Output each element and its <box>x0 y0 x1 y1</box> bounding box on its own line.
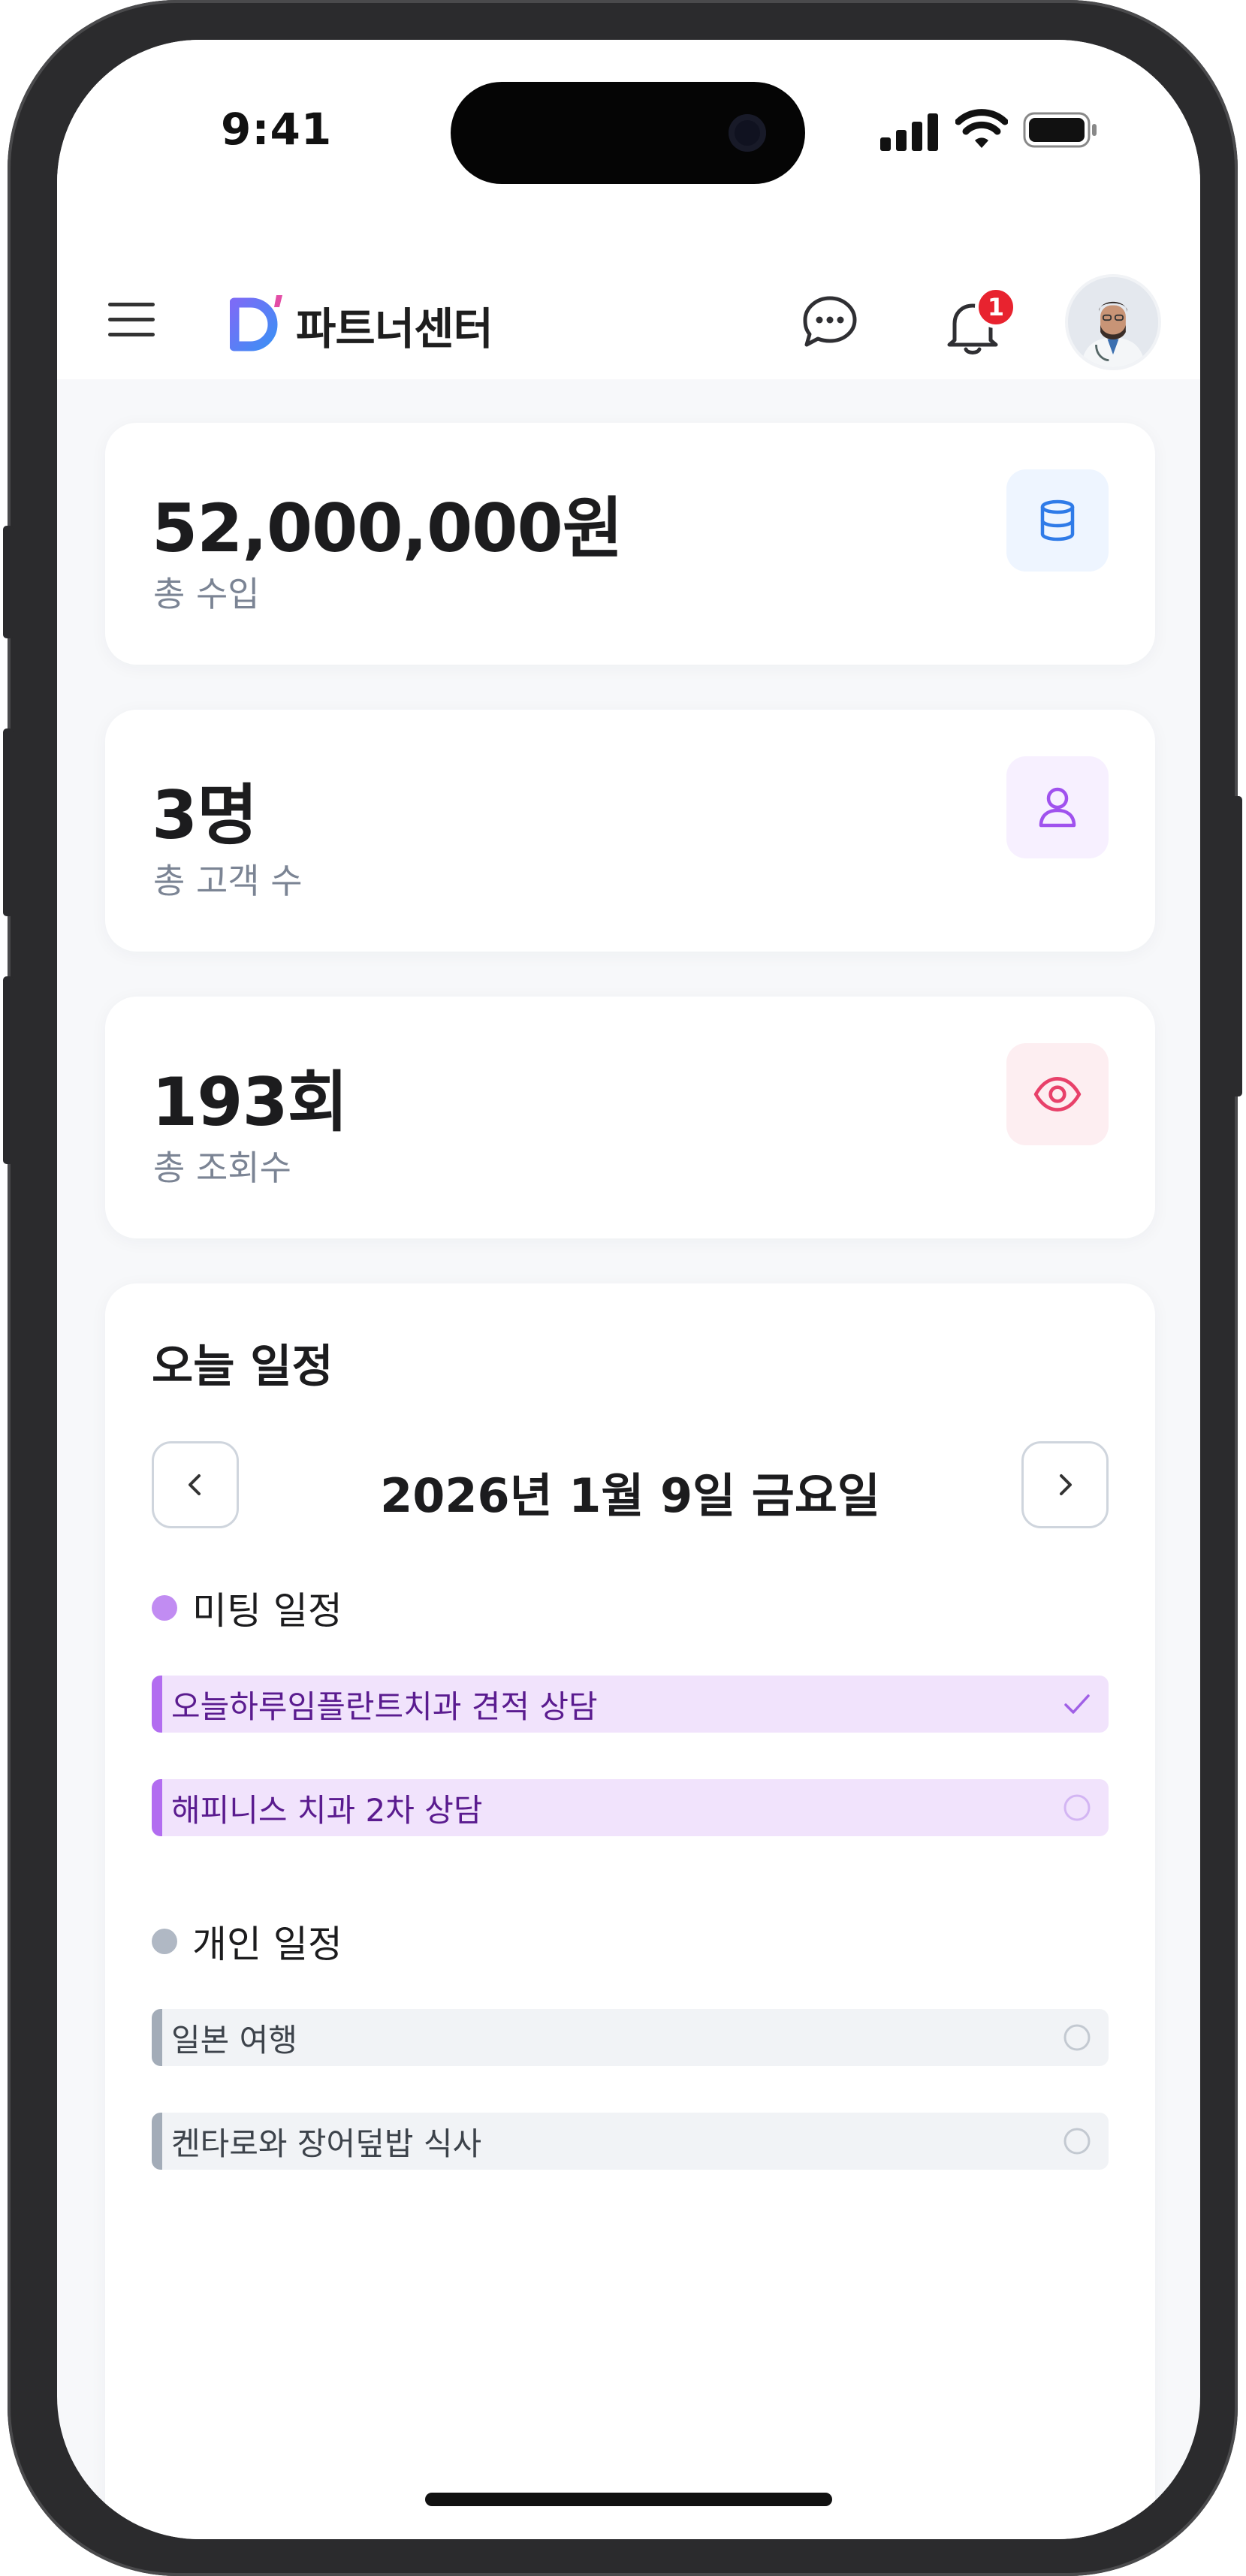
volume-up-button <box>3 728 14 916</box>
next-day-button[interactable] <box>1021 1441 1109 1528</box>
brand-logo-icon <box>230 295 282 351</box>
total-income-value: 52,000,000원 <box>152 490 623 567</box>
incomplete-circle-icon[interactable] <box>1062 2022 1092 2053</box>
battery-icon <box>1023 112 1097 148</box>
cellular-signal-icon <box>880 112 940 151</box>
meeting-event-item[interactable]: 해피니스 치과 2차 상담 <box>152 1779 1109 1836</box>
total-income-card[interactable]: 52,000,000원 총 수입 <box>105 423 1155 665</box>
avatar[interactable] <box>1065 274 1161 370</box>
event-title: 켄타로와 장어덮밥 식사 <box>171 2125 482 2162</box>
app-header: 파트너센터 1 <box>57 258 1200 379</box>
status-bar: 9:41 <box>57 40 1200 258</box>
power-button <box>1232 796 1242 1096</box>
meeting-dot-icon <box>152 1595 177 1621</box>
chevron-right-icon <box>1060 1474 1072 1495</box>
total-views-label: 총 조회수 <box>153 1148 291 1188</box>
profile-photo-icon <box>1068 277 1158 367</box>
mute-switch <box>3 526 14 638</box>
eye-icon <box>1033 1077 1082 1112</box>
user-icon <box>1039 787 1076 828</box>
hamburger-menu-icon[interactable] <box>108 303 155 337</box>
wifi-icon <box>955 109 1008 148</box>
total-customers-card[interactable]: 3명 총 고객 수 <box>105 710 1155 952</box>
personal-dot-icon <box>152 1929 177 1954</box>
total-views-icon-box <box>1006 1043 1109 1145</box>
total-income-label: 총 수입 <box>153 574 260 614</box>
event-color-bar <box>152 1676 162 1733</box>
camera-icon <box>729 114 766 152</box>
status-time: 9:41 <box>221 104 333 155</box>
incomplete-circle-icon[interactable] <box>1062 2126 1092 2156</box>
event-color-bar <box>152 1779 162 1836</box>
total-views-value: 193회 <box>152 1063 348 1141</box>
app-screen: 9:41 파트너센터 1 52,000,000원 총 수입 3명 총 고객 수 … <box>57 40 1200 2539</box>
chat-icon[interactable] <box>801 294 859 351</box>
event-title: 해피니스 치과 2차 상담 <box>171 1791 483 1829</box>
schedule-title: 오늘 일정 <box>152 1341 333 1393</box>
today-schedule-card: 오늘 일정 2026년 1월 9일 금요일 미팅 일정 오늘하루임플란트치과 견… <box>105 1283 1155 2539</box>
brand-name[interactable]: 파트너센터 <box>296 294 493 357</box>
personal-schedule-header: 개인 일정 <box>152 1914 342 1968</box>
total-customers-value: 3명 <box>152 777 258 854</box>
personal-section-label: 개인 일정 <box>192 1923 342 1966</box>
personal-event-item[interactable]: 일본 여행 <box>152 2009 1109 2066</box>
personal-event-item[interactable]: 켄타로와 장어덮밥 식사 <box>152 2113 1109 2170</box>
event-title: 일본 여행 <box>171 2021 297 2059</box>
event-title: 오늘하루임플란트치과 견적 상담 <box>171 1688 598 1725</box>
current-date: 2026년 1월 9일 금요일 <box>380 1468 880 1523</box>
home-indicator[interactable] <box>425 2493 832 2506</box>
total-views-card[interactable]: 193회 총 조회수 <box>105 997 1155 1238</box>
dynamic-island <box>451 82 805 184</box>
event-color-bar <box>152 2009 162 2066</box>
notifications-button[interactable]: 1 <box>936 286 1017 361</box>
meeting-schedule-header: 미팅 일정 <box>152 1581 342 1635</box>
total-customers-icon-box <box>1006 756 1109 858</box>
total-customers-label: 총 고객 수 <box>153 861 303 901</box>
volume-down-button <box>3 976 14 1164</box>
phone-frame: 9:41 파트너센터 1 52,000,000원 총 수입 3명 총 고객 수 … <box>3 0 1242 2576</box>
notification-badge: 1 <box>975 286 1017 328</box>
check-icon[interactable] <box>1062 1689 1092 1719</box>
meeting-section-label: 미팅 일정 <box>192 1589 342 1633</box>
event-color-bar <box>152 2113 162 2170</box>
total-income-icon-box <box>1006 469 1109 572</box>
meeting-event-item[interactable]: 오늘하루임플란트치과 견적 상담 <box>152 1676 1109 1733</box>
database-icon <box>1040 499 1075 541</box>
incomplete-circle-icon[interactable] <box>1062 1793 1092 1823</box>
